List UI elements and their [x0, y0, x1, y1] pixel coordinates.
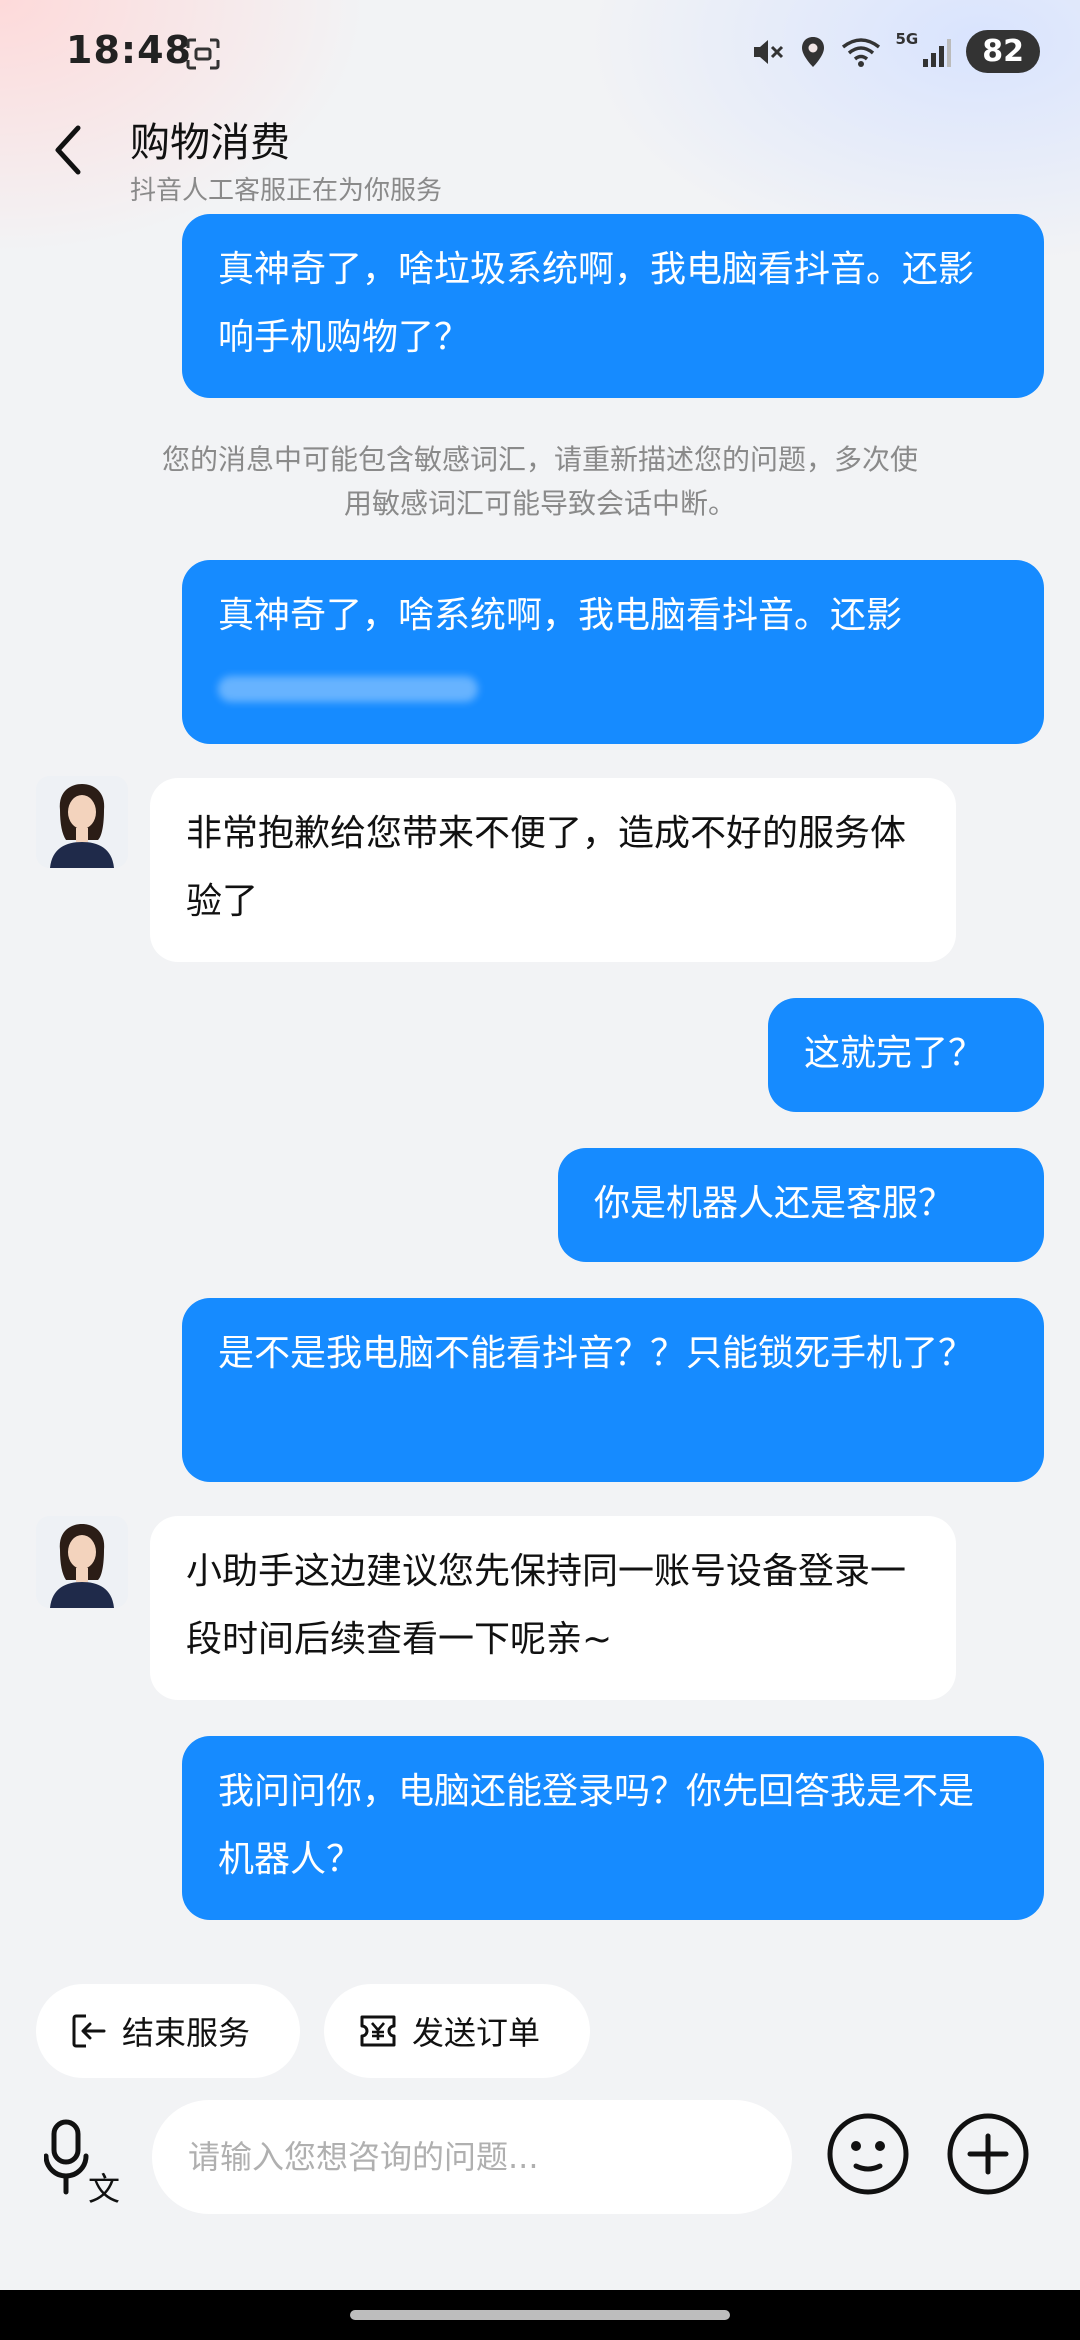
- agent-message: 小助手这边建议您先保持同一账号设备登录一段时间后续查看一下呢亲~: [150, 1516, 956, 1700]
- user-message: 真神奇了，啥系统啊，我电脑看抖音。还影: [182, 560, 1044, 744]
- status-bar: 18:48 5G 82: [0, 0, 1080, 110]
- voice-to-text-icon[interactable]: 文: [44, 2116, 124, 2206]
- user-message-text: 真神奇了，啥系统啊，我电脑看抖音。还影: [218, 595, 903, 636]
- agent-avatar-image: [36, 776, 128, 868]
- send-order-label: 发送订单: [412, 2014, 541, 2052]
- status-icons: 5G 82: [750, 30, 1040, 73]
- mute-icon: [753, 39, 783, 64]
- user-message: 真神奇了，啥垃圾系统啊，我电脑看抖音。还影响手机购物了？: [182, 214, 1044, 398]
- agent-avatar[interactable]: [36, 776, 128, 868]
- end-service-label: 结束服务: [122, 2014, 251, 2052]
- user-message: 这就完了？: [768, 998, 1044, 1112]
- back-arrow-icon[interactable]: [44, 120, 94, 180]
- location-icon: [801, 36, 824, 67]
- blurred-text: [218, 676, 478, 702]
- user-message: 是不是我电脑不能看抖音？？只能锁死手机了？: [182, 1298, 1044, 1482]
- status-time: 18:48: [66, 28, 192, 72]
- order-ticket-icon: [360, 2015, 396, 2047]
- navigation-bar: [0, 2290, 1080, 2340]
- signal-icon: [923, 38, 952, 67]
- page-title: 购物消费: [130, 120, 290, 166]
- service-status: 抖音人工客服正在为你服务: [130, 176, 443, 206]
- agent-avatar-image: [36, 1516, 128, 1608]
- user-message: 我问问你，电脑还能登录吗？你先回答我是不是机器人？: [182, 1736, 1044, 1920]
- system-notice: 您的消息中可能包含敏感词汇，请重新描述您的问题，多次使用敏感词汇可能导致会话中断…: [161, 443, 918, 520]
- message-input[interactable]: [152, 2100, 792, 2214]
- end-service-button[interactable]: 结束服务: [36, 1984, 300, 2078]
- user-message: 你是机器人还是客服？: [558, 1148, 1044, 1262]
- input-bar: 文: [0, 2092, 1080, 2242]
- screen-capture-icon: [186, 38, 220, 70]
- home-indicator[interactable]: [350, 2310, 730, 2320]
- agent-avatar[interactable]: [36, 1516, 128, 1608]
- exit-icon: [72, 2014, 106, 2048]
- network-type: 5G: [895, 30, 919, 48]
- plus-icon[interactable]: [946, 2112, 1030, 2196]
- wifi-icon: [841, 37, 880, 67]
- agent-message: 非常抱歉给您带来不便了，造成不好的服务体验了: [150, 778, 956, 962]
- svg-text:文: 文: [88, 2170, 120, 2206]
- send-order-button[interactable]: 发送订单: [324, 1984, 590, 2078]
- battery-level: 82: [966, 30, 1040, 73]
- emoji-icon[interactable]: [826, 2112, 910, 2196]
